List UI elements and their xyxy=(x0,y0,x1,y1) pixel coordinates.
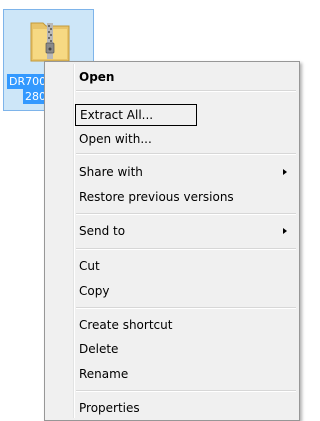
zip-folder-icon xyxy=(30,22,70,62)
menu-separator xyxy=(76,390,296,392)
file-name-line1: DR700 xyxy=(7,74,49,89)
submenu-arrow-icon xyxy=(283,228,287,234)
menu-item-open-with[interactable]: Open with... xyxy=(79,128,152,150)
menu-item-create-shortcut[interactable]: Create shortcut xyxy=(79,314,172,336)
menu-item-copy[interactable]: Copy xyxy=(79,280,109,302)
menu-item-delete[interactable]: Delete xyxy=(79,338,118,360)
menu-item-properties[interactable]: Properties xyxy=(79,397,140,419)
menu-item-rename[interactable]: Rename xyxy=(79,363,128,385)
menu-item-send-to[interactable]: Send to xyxy=(79,220,125,242)
menu-item-share-with[interactable]: Share with xyxy=(79,161,143,183)
menu-separator xyxy=(76,153,296,155)
context-menu: Open Extract All... Open with... Share w… xyxy=(44,61,300,421)
submenu-arrow-icon xyxy=(283,169,287,175)
menu-separator xyxy=(76,90,296,92)
menu-item-extract-all[interactable]: Extract All... xyxy=(75,104,197,126)
menu-item-open[interactable]: Open xyxy=(79,66,114,88)
menu-item-cut[interactable]: Cut xyxy=(79,255,100,277)
menu-separator xyxy=(76,248,296,250)
menu-separator xyxy=(76,307,296,309)
menu-item-restore-previous-versions[interactable]: Restore previous versions xyxy=(79,186,234,208)
menu-separator xyxy=(76,213,296,215)
